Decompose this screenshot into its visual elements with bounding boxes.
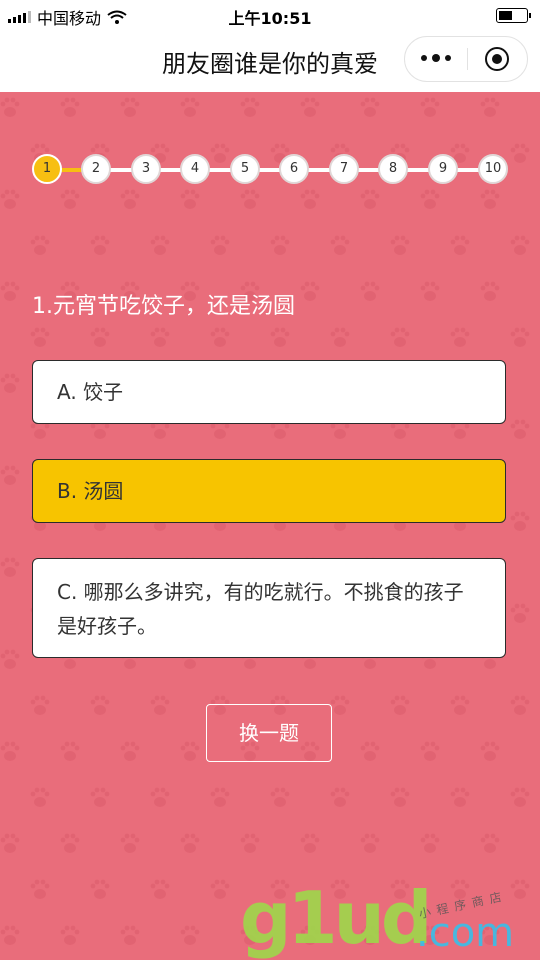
status-time: 上午10:51 — [228, 9, 312, 28]
progress-step: 9 — [428, 154, 458, 184]
progress-step: 10 — [478, 154, 508, 184]
progress-step: 8 — [378, 154, 408, 184]
progress-step: 2 — [81, 154, 111, 184]
watermark-main: g1ud — [240, 876, 432, 960]
target-circle-icon[interactable] — [485, 47, 509, 71]
progress-step: 4 — [180, 154, 210, 184]
mini-program-capsule — [404, 36, 528, 82]
battery-icon — [496, 8, 531, 23]
option-a[interactable]: A. 饺子 — [32, 360, 506, 424]
change-question-button[interactable]: 换一题 — [206, 704, 332, 762]
progress-step: 7 — [329, 154, 359, 184]
question-text: 1.元宵节吃饺子，还是汤圆 — [32, 294, 295, 319]
nav-bar: 朋友圈谁是你的真爱 — [0, 30, 540, 92]
capsule-divider — [467, 48, 468, 70]
watermark-logo: g1ud .com 小程序商店 — [240, 876, 540, 960]
quiz-area: 1 2 3 4 5 6 7 8 9 10 1.元宵节吃饺子，还是汤圆 A. 饺子… — [0, 92, 540, 960]
progress-step: 6 — [279, 154, 309, 184]
progress-step: 5 — [230, 154, 260, 184]
more-dots-icon[interactable] — [421, 51, 457, 65]
option-c[interactable]: C. 哪那么多讲究，有的吃就行。不挑食的孩子是好孩子。 — [32, 558, 506, 658]
progress-track — [46, 168, 494, 172]
option-b[interactable]: B. 汤圆 — [32, 459, 506, 523]
status-bar: 中国移动 上午10:51 — [0, 0, 540, 30]
progress-step: 1 — [32, 154, 62, 184]
question-progress: 1 2 3 4 5 6 7 8 9 10 — [32, 154, 508, 186]
paw-pattern-background — [0, 97, 530, 945]
progress-step: 3 — [131, 154, 161, 184]
